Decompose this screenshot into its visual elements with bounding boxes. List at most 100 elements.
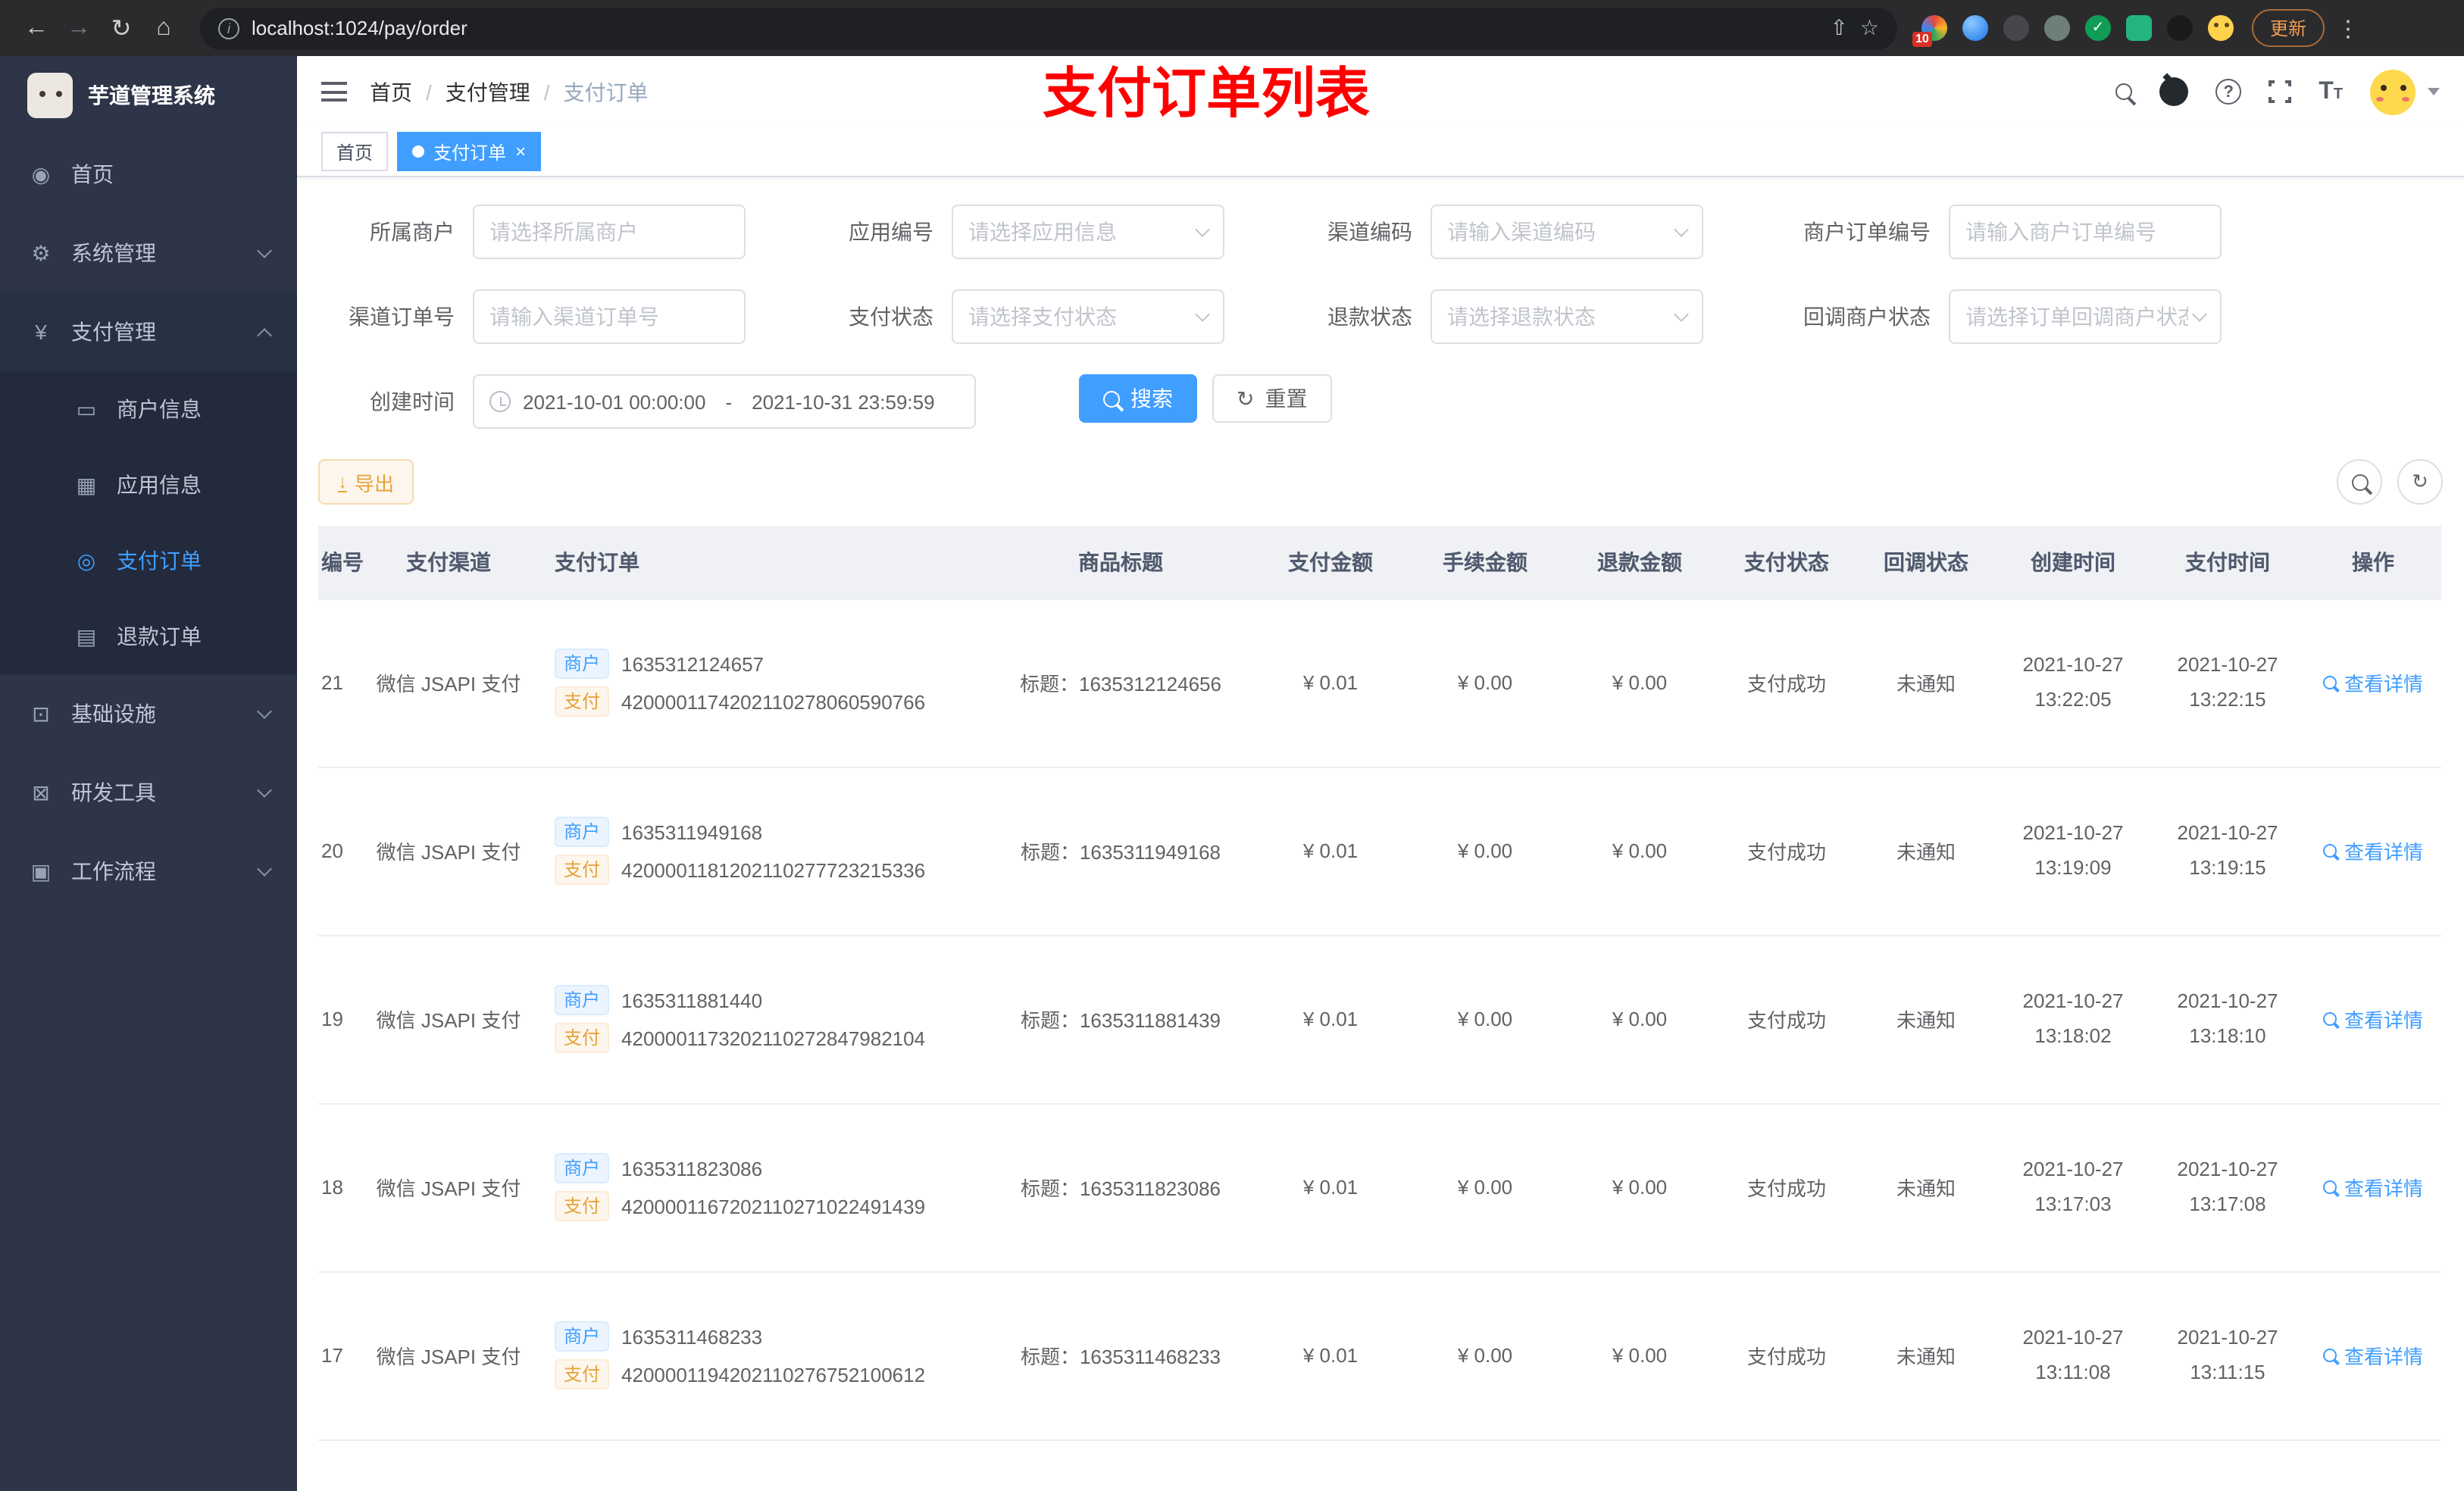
browser-menu-icon[interactable]: ⋮ xyxy=(2337,14,2359,42)
view-detail-link[interactable]: 查看详情 xyxy=(2322,836,2423,865)
extension-icon-1[interactable]: 10 xyxy=(1912,15,1947,47)
action-cell xyxy=(2305,1439,2441,1491)
view-detail-link[interactable]: 查看详情 xyxy=(2322,1005,2423,1033)
fee-cell: ¥ 0.00 xyxy=(1408,767,1562,936)
search-button-label: 搜索 xyxy=(1130,386,1173,411)
page-content: 所属商户 应用编号 渠道编码 xyxy=(297,177,2464,1491)
status-cell: 支付成功 xyxy=(1717,1103,1856,1272)
sidebar-item-infra[interactable]: ⊡ 基础设施 xyxy=(0,674,297,753)
close-icon[interactable]: × xyxy=(515,141,526,162)
extension-icon-5[interactable]: ✓ xyxy=(2085,15,2111,41)
pay-time-cell: 2021-10-27 13:11:15 xyxy=(2150,1271,2305,1440)
github-icon[interactable] xyxy=(2159,77,2189,106)
merchant-order-no-field[interactable] xyxy=(1949,205,2222,259)
url-text[interactable]: localhost:1024/pay/order xyxy=(252,17,1818,39)
home-icon[interactable]: ⌂ xyxy=(142,7,185,49)
sidebar-item-refund-order[interactable]: ▤ 退款订单 xyxy=(0,599,297,674)
extension-icon-4[interactable] xyxy=(2044,15,2070,41)
sidebar-item-payment[interactable]: ¥ 支付管理 xyxy=(0,292,297,371)
notify-cell: 未通知 xyxy=(1856,1271,1996,1440)
export-button[interactable]: ↓ 导出 xyxy=(318,459,414,505)
notify-status-input[interactable] xyxy=(1965,305,2188,329)
channel-code-select[interactable] xyxy=(1431,205,1703,259)
reload-icon[interactable]: ↻ xyxy=(100,7,142,49)
chevron-down-icon xyxy=(1674,306,1689,321)
site-info-icon[interactable]: i xyxy=(218,17,239,39)
app-select[interactable] xyxy=(952,205,1224,259)
breadcrumb-section[interactable]: 支付管理 xyxy=(446,77,530,107)
view-detail-link[interactable]: 查看详情 xyxy=(2322,668,2423,697)
sidebar-item-devtool[interactable]: ⊠ 研发工具 xyxy=(0,753,297,832)
table-row: 17 微信 JSAPI 支付 商户 1635311468233 支付 4200001… xyxy=(318,1271,2441,1440)
fullscreen-icon[interactable] xyxy=(2267,79,2294,105)
channel-order-no-input[interactable] xyxy=(489,305,729,329)
extension-icon-8[interactable] xyxy=(2208,15,2234,41)
merchant-select-input[interactable] xyxy=(489,220,729,244)
table-refresh-button[interactable]: ↻ xyxy=(2397,459,2443,505)
target-icon: ◎ xyxy=(77,548,96,572)
merchant-select[interactable] xyxy=(473,205,746,259)
filter-refund-status: 退款状态 xyxy=(1291,289,1703,344)
channel-tag: 支付 xyxy=(555,1191,610,1221)
grid-icon: ▦ xyxy=(76,472,97,496)
share-icon[interactable]: ⇧ xyxy=(1830,15,1847,41)
header-id: 编号 xyxy=(318,526,364,599)
monitor-icon: ⊡ xyxy=(32,701,50,725)
search-button[interactable]: 搜索 xyxy=(1079,374,1197,423)
sidebar-item-system[interactable]: ⚙ 系统管理 xyxy=(0,214,297,292)
tab-home[interactable]: 首页 xyxy=(321,132,389,171)
header-create-time: 创建时间 xyxy=(1996,526,2150,599)
avatar-caret-icon[interactable] xyxy=(2428,88,2440,95)
search-icon xyxy=(1103,390,1120,407)
sidebar-item-merchant-info[interactable]: ▭ 商户信息 xyxy=(0,371,297,447)
view-detail-link[interactable]: 查看详情 xyxy=(2322,1341,2423,1370)
font-size-small: T xyxy=(2333,86,2343,102)
refund-status-input[interactable] xyxy=(1447,305,1670,329)
pay-status-select[interactable] xyxy=(952,289,1224,344)
notify-status-select[interactable] xyxy=(1949,289,2222,344)
extension-icon-7[interactable] xyxy=(2167,15,2193,41)
screen: ← → ↻ ⌂ i localhost:1024/pay/order ⇧ ☆ 1… xyxy=(0,0,2464,1491)
bookmark-star-icon[interactable]: ☆ xyxy=(1860,15,1879,41)
address-bar[interactable]: i localhost:1024/pay/order ⇧ ☆ xyxy=(200,7,1897,49)
merchant-order-no-input[interactable] xyxy=(1965,220,2205,244)
app-select-input[interactable] xyxy=(968,220,1191,244)
refund-status-select[interactable] xyxy=(1431,289,1703,344)
table-search-toggle-button[interactable] xyxy=(2337,459,2382,505)
amount-cell xyxy=(1253,1439,1408,1491)
breadcrumb-home[interactable]: 首页 xyxy=(370,77,412,107)
search-icon xyxy=(2351,474,2368,490)
sidebar-item-pay-order[interactable]: ◎ 支付订单 xyxy=(0,523,297,599)
header-pay-time: 支付时间 xyxy=(2150,526,2305,599)
extension-icon-6[interactable] xyxy=(2126,15,2152,41)
extension-icon-2[interactable] xyxy=(1962,15,1988,41)
extension-icon-3[interactable] xyxy=(2003,15,2029,41)
pay-status-input[interactable] xyxy=(968,305,1191,329)
chrome-update-button[interactable]: 更新 xyxy=(2252,9,2325,47)
question-icon[interactable]: ? xyxy=(2215,79,2242,105)
date-range-picker[interactable]: 2021-10-01 00:00:00 - 2021-10-31 23:59:5… xyxy=(473,374,976,429)
font-size-icon[interactable]: TT xyxy=(2319,78,2343,105)
avatar[interactable] xyxy=(2370,69,2416,114)
reset-button[interactable]: ↻ 重置 xyxy=(1212,374,1332,423)
tab-label: 支付订单 xyxy=(433,142,507,163)
tab-pay-order[interactable]: 支付订单 × xyxy=(397,132,542,171)
status-cell: 支付成功 xyxy=(1717,935,1856,1104)
channel-code-input[interactable] xyxy=(1447,220,1670,244)
view-detail-link[interactable]: 查看详情 xyxy=(2322,1173,2423,1202)
date-start: 2021-10-01 00:00:00 xyxy=(523,390,706,413)
payment-submenu: ▭ 商户信息 ▦ 应用信息 ◎ 支付订单 ▤ 退款订单 xyxy=(0,371,297,674)
sidebar-item-home[interactable]: ◉ 首页 xyxy=(0,135,297,214)
sidebar-item-label: 研发工具 xyxy=(71,780,156,805)
sidebar-item-workflow[interactable]: ▣ 工作流程 xyxy=(0,832,297,911)
order-cell: 商户 1635311823086 支付 4200001167202110271022… xyxy=(533,1103,988,1272)
channel-order-no-field[interactable] xyxy=(473,289,746,344)
hamburger-icon[interactable] xyxy=(321,82,347,102)
forward-icon[interactable]: → xyxy=(58,7,100,49)
search-icon[interactable] xyxy=(2115,83,2133,100)
sidebar-item-app-info[interactable]: ▦ 应用信息 xyxy=(0,447,297,523)
channel-cell: 微信 JSAPI 支付 xyxy=(364,1271,533,1440)
refund-cell xyxy=(1562,1439,1717,1491)
back-icon[interactable]: ← xyxy=(15,7,58,49)
notify-cell: 未通知 xyxy=(1856,767,1996,936)
